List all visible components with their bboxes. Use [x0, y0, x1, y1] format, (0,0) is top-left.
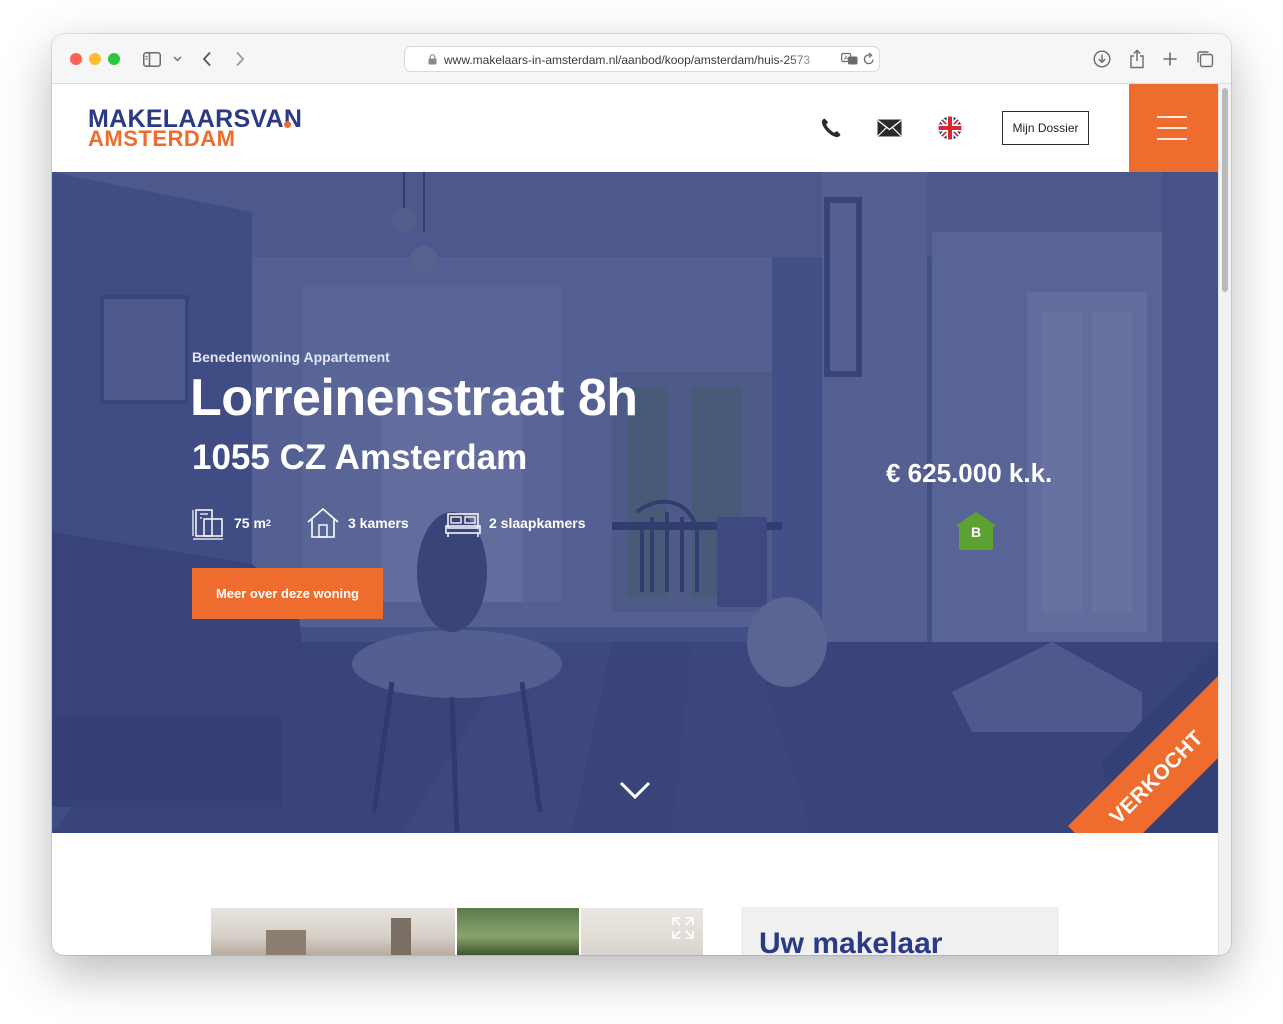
gallery-photo[interactable] — [457, 908, 579, 955]
house-icon — [307, 507, 339, 538]
logo-dot — [284, 121, 291, 128]
spec-bedrooms-value: 2 slaapkamers — [489, 515, 586, 531]
address-bar[interactable]: www.makelaars-in-amsterdam.nl/aanbod/koo… — [404, 46, 880, 72]
translate-icon[interactable]: A — [841, 52, 859, 71]
property-price: € 625.000 k.k. — [886, 458, 1053, 488]
menu-line — [1157, 116, 1187, 118]
photo-gallery[interactable] — [211, 908, 703, 955]
browser-toolbar: www.makelaars-in-amsterdam.nl/aanbod/koo… — [52, 34, 1231, 84]
spec-area-value: 75 m — [234, 515, 266, 531]
menu-icon[interactable] — [1129, 84, 1218, 172]
scrollbar-thumb[interactable] — [1222, 88, 1228, 292]
reload-icon[interactable] — [863, 52, 875, 71]
download-icon[interactable] — [1092, 49, 1112, 69]
forward-icon[interactable] — [232, 49, 248, 69]
property-type: Benedenwoning Appartement — [192, 349, 390, 365]
lock-icon — [428, 54, 437, 65]
phone-icon[interactable] — [816, 113, 846, 143]
menu-line — [1157, 138, 1187, 140]
mijn-dossier-button[interactable]: Mijn Dossier — [1002, 111, 1089, 145]
zoom-window-button[interactable] — [108, 53, 120, 65]
page-scrollbar[interactable] — [1218, 84, 1231, 955]
spec-rooms-value: 3 kamers — [348, 515, 409, 531]
gallery-photo[interactable] — [581, 908, 703, 955]
back-icon[interactable] — [199, 49, 215, 69]
tabs-icon[interactable] — [1195, 49, 1215, 69]
spec-area-unit-sup: 2 — [265, 518, 271, 528]
bed-icon — [445, 513, 481, 537]
status-ribbon: VERKOCHT — [1028, 643, 1218, 833]
hero-section: Benedenwoning Appartement Lorreinenstraa… — [52, 172, 1218, 833]
browser-window: www.makelaars-in-amsterdam.nl/aanbod/koo… — [52, 34, 1231, 955]
makelaar-title: Uw makelaar — [759, 927, 943, 955]
property-street: Lorreinenstraat 8h — [190, 369, 638, 427]
spec-area: 75 m2 — [192, 505, 271, 541]
energy-label-value: B — [970, 524, 982, 540]
makelaar-card: Uw makelaar — [741, 907, 1059, 955]
status-ribbon-label: VERKOCHT — [1105, 726, 1208, 829]
mail-icon[interactable] — [874, 113, 904, 143]
status-ribbon-band: VERKOCHT — [1067, 643, 1218, 833]
scroll-down-chevron-icon[interactable] — [619, 780, 651, 805]
area-icon — [192, 509, 223, 540]
spec-rooms: 3 kamers — [306, 505, 409, 541]
expand-icon[interactable] — [671, 916, 695, 940]
logo-line-2: AMSTERDAM — [88, 126, 236, 151]
uk-flag-icon[interactable] — [935, 113, 965, 143]
chevron-down-icon[interactable] — [171, 49, 183, 69]
close-window-button[interactable] — [70, 53, 82, 65]
sidebar-icon[interactable] — [142, 49, 162, 69]
more-about-property-button[interactable]: Meer over deze woning — [192, 568, 383, 619]
property-postal-city: 1055 CZ Amsterdam — [192, 438, 528, 477]
menu-line — [1157, 127, 1187, 129]
url-fade — [785, 49, 835, 69]
gallery-photo[interactable] — [211, 908, 455, 955]
spec-bedrooms: 2 slaapkamers — [445, 505, 586, 541]
site-header: MAKELAARSVAN AMSTERDAM Mijn Dossier — [52, 84, 1218, 172]
new-tab-icon[interactable] — [1160, 49, 1180, 69]
minimize-window-button[interactable] — [89, 53, 101, 65]
url-text: www.makelaars-in-amsterdam.nl/aanbod/koo… — [444, 53, 811, 67]
share-icon[interactable] — [1127, 49, 1147, 69]
